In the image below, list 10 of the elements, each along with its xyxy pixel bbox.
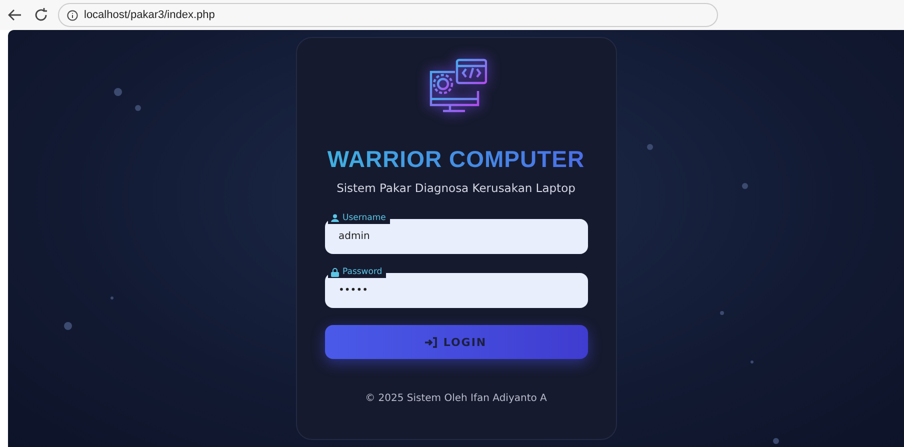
footer-text: © 2025 Sistem Oleh Ifan Adiyanto A	[365, 393, 547, 404]
password-field[interactable]: •••••	[324, 273, 588, 308]
lock-icon	[330, 268, 338, 276]
address-bar[interactable]: localhost/pakar3/index.php	[58, 3, 718, 27]
info-icon	[67, 10, 78, 20]
sign-in-icon	[425, 336, 438, 348]
user-icon	[330, 214, 338, 222]
url-text: localhost/pakar3/index.php	[84, 9, 215, 21]
app-subtitle: Sistem Pakar Diagnosa Kerusakan Laptop	[336, 181, 576, 195]
username-field[interactable]: admin	[324, 219, 588, 254]
